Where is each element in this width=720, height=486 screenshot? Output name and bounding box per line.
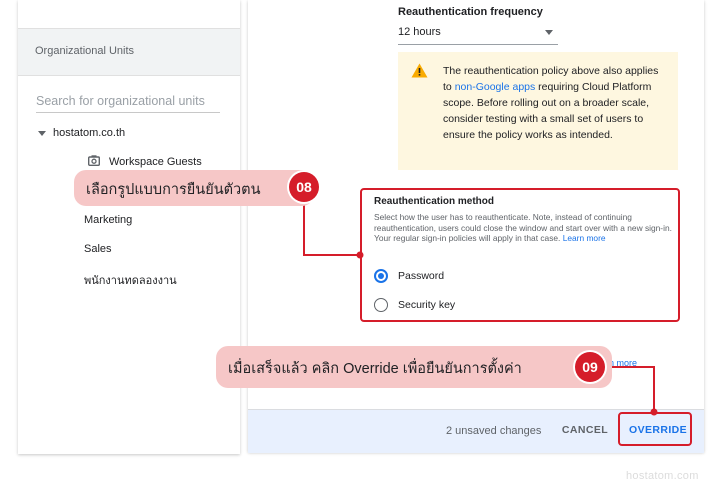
dropdown-arrow-icon[interactable]	[545, 30, 553, 35]
learn-more-link[interactable]: Learn more	[563, 233, 606, 243]
org-units-header: Organizational Units	[18, 28, 240, 76]
ou-item-workspace-guests[interactable]: Workspace Guests	[109, 156, 202, 168]
security-key-radio[interactable]	[374, 298, 388, 312]
watermark: hostatom.com	[626, 470, 699, 482]
learn-more-link-partial[interactable]: n more	[609, 358, 637, 368]
password-label[interactable]: Password	[398, 270, 444, 282]
password-radio[interactable]	[374, 269, 388, 283]
reauth-method-desc-text: Select how the user has to reauthenticat…	[374, 212, 672, 243]
security-key-label[interactable]: Security key	[398, 299, 455, 311]
ou-root-item[interactable]: hostatom.co.th	[53, 127, 125, 139]
ou-item-marketing[interactable]: Marketing	[84, 214, 132, 226]
camera-icon	[88, 155, 100, 166]
ou-search-input[interactable]: Search for organizational units	[36, 92, 220, 113]
non-google-apps-link[interactable]: non-Google apps	[455, 81, 536, 93]
ou-item-trainees[interactable]: พนักงานทดลองงาน	[84, 271, 177, 289]
step-9-badge: 09	[575, 352, 605, 382]
step-8-callout: เลือกรูปแบบการยืนยันตัวตน	[74, 170, 314, 206]
reauth-method-description: Select how the user has to reauthenticat…	[374, 212, 674, 244]
step-9-text: เมื่อเสร็จแล้ว คลิก Override เพื่อยืนยัน…	[228, 361, 522, 377]
unsaved-changes-text: 2 unsaved changes	[446, 425, 542, 437]
step-8-badge: 08	[289, 172, 319, 202]
override-button[interactable]: OVERRIDE	[629, 424, 687, 436]
ou-item-sales[interactable]: Sales	[84, 243, 112, 255]
step-9-callout: เมื่อเสร็จแล้ว คลิก Override เพื่อยืนยัน…	[216, 346, 612, 388]
warning-icon	[411, 63, 428, 78]
step-8-text: เลือกรูปแบบการยืนยันตัวตน	[86, 182, 261, 198]
reauth-method-title: Reauthentication method	[374, 196, 495, 207]
reauth-frequency-title: Reauthentication frequency	[398, 6, 543, 18]
org-units-title: Organizational Units	[35, 45, 135, 57]
cancel-button[interactable]: CANCEL	[556, 418, 614, 442]
reauth-frequency-select[interactable]: 12 hours	[398, 24, 558, 45]
warning-text: The reauthentication policy above also a…	[443, 63, 669, 143]
caret-down-icon[interactable]	[38, 131, 46, 136]
